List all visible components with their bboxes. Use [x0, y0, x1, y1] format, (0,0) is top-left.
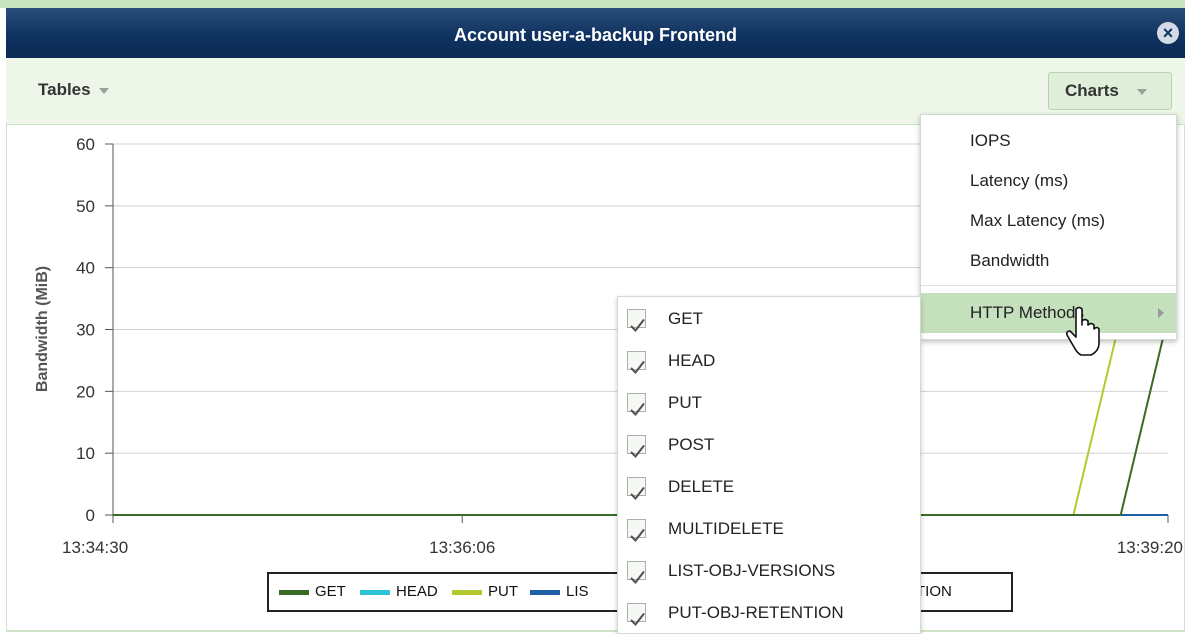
menu-item-label: IOPS: [970, 131, 1011, 150]
http-method-item-multidelete[interactable]: MULTIDELETE: [618, 509, 920, 549]
y-tick-label: 20: [76, 382, 95, 401]
account-frontend-window: Account user-a-backup Frontend × Tables …: [0, 0, 1185, 634]
charts-menu: IOPS Latency (ms) Max Latency (ms) Bandwidt…: [920, 114, 1177, 340]
http-method-label: PUT-OBJ-RETENTION: [668, 603, 844, 622]
chevron-down-icon: [1136, 88, 1147, 95]
legend-item[interactable]: GET: [279, 583, 346, 600]
charts-dropdown-button[interactable]: Charts: [1048, 72, 1172, 110]
checkbox-icon[interactable]: [627, 351, 646, 375]
legend-label: HEAD: [396, 583, 438, 600]
legend-swatch: [279, 589, 309, 595]
x-tick-label: 13:39:20: [1117, 538, 1183, 557]
chevron-down-icon: [98, 87, 109, 94]
y-tick-label: 0: [86, 506, 95, 525]
menu-divider: [921, 285, 1176, 286]
checkbox-icon[interactable]: [627, 477, 646, 501]
y-tick-label: 10: [76, 444, 95, 463]
http-method-label: LIST-OBJ-VERSIONS: [668, 561, 836, 580]
tables-dropdown-button[interactable]: Tables: [38, 80, 109, 100]
window-titlebar: Account user-a-backup Frontend ×: [6, 8, 1185, 58]
checkbox-icon[interactable]: [627, 603, 646, 627]
http-method-item-list-obj-versions[interactable]: LIST-OBJ-VERSIONS: [618, 551, 920, 591]
charts-menu-item-http-methods[interactable]: HTTP Methods: [921, 293, 1176, 333]
y-tick-label: 60: [76, 135, 95, 154]
http-method-item-post[interactable]: POST: [618, 425, 920, 465]
hand-cursor-icon: [1066, 306, 1100, 356]
window-title: Account user-a-backup Frontend: [453, 25, 738, 45]
menu-item-label: Max Latency (ms): [970, 211, 1106, 230]
checkbox-icon[interactable]: [627, 309, 646, 333]
legend-swatch: [530, 589, 560, 595]
y-axis-label: Bandwidth (MiB): [34, 266, 51, 392]
http-method-item-put[interactable]: PUT: [618, 383, 920, 423]
charts-menu-item-latency-ms[interactable]: Latency (ms): [921, 161, 1176, 201]
y-tick-label: 40: [76, 259, 95, 278]
legend-label: LIS: [566, 583, 589, 600]
http-method-item-delete[interactable]: DELETE: [618, 467, 920, 507]
http-method-item-put-obj-retention[interactable]: PUT-OBJ-RETENTION: [618, 593, 920, 633]
window-top-border: [0, 0, 1185, 8]
x-tick-label: 13:36:06: [429, 538, 495, 557]
checkbox-icon[interactable]: [627, 435, 646, 459]
legend-item[interactable]: HEAD: [360, 583, 438, 600]
menu-item-label: Latency (ms): [970, 171, 1069, 190]
legend-swatch: [452, 589, 482, 595]
legend-label: PUT: [488, 583, 518, 600]
charts-label: Charts: [1065, 81, 1119, 100]
charts-menu-item-bandwidth[interactable]: Bandwidth: [921, 241, 1176, 281]
legend-swatch: [360, 589, 390, 595]
http-methods-submenu: GET HEAD PUT POST DELETE MULTIDELETE LIST-OBJ-…: [617, 296, 921, 634]
legend-item[interactable]: PUT: [452, 583, 518, 600]
http-method-item-head[interactable]: HEAD: [618, 341, 920, 381]
charts-menu-item-iops[interactable]: IOPS: [921, 121, 1176, 161]
charts-menu-item-max-latency-ms[interactable]: Max Latency (ms): [921, 201, 1176, 241]
y-tick-label: 30: [76, 321, 95, 340]
http-method-label: GET: [668, 309, 703, 328]
legend-item[interactable]: LIS: [530, 583, 589, 600]
close-icon[interactable]: ×: [1157, 22, 1179, 44]
menu-item-label: Bandwidth: [970, 251, 1050, 270]
http-method-item-get[interactable]: GET: [618, 299, 920, 339]
http-method-label: POST: [668, 435, 715, 454]
chevron-right-icon: [1158, 308, 1164, 318]
http-method-label: MULTIDELETE: [668, 519, 784, 538]
http-method-label: PUT: [668, 393, 702, 412]
checkbox-icon[interactable]: [627, 561, 646, 585]
http-method-label: DELETE: [668, 477, 735, 496]
x-tick-label: 13:34:30: [62, 538, 128, 557]
http-method-label: HEAD: [668, 351, 716, 370]
checkbox-icon[interactable]: [627, 519, 646, 543]
checkbox-icon[interactable]: [627, 393, 646, 417]
legend-label: GET: [315, 583, 346, 600]
y-tick-label: 50: [76, 197, 95, 216]
tables-label: Tables: [38, 80, 91, 99]
